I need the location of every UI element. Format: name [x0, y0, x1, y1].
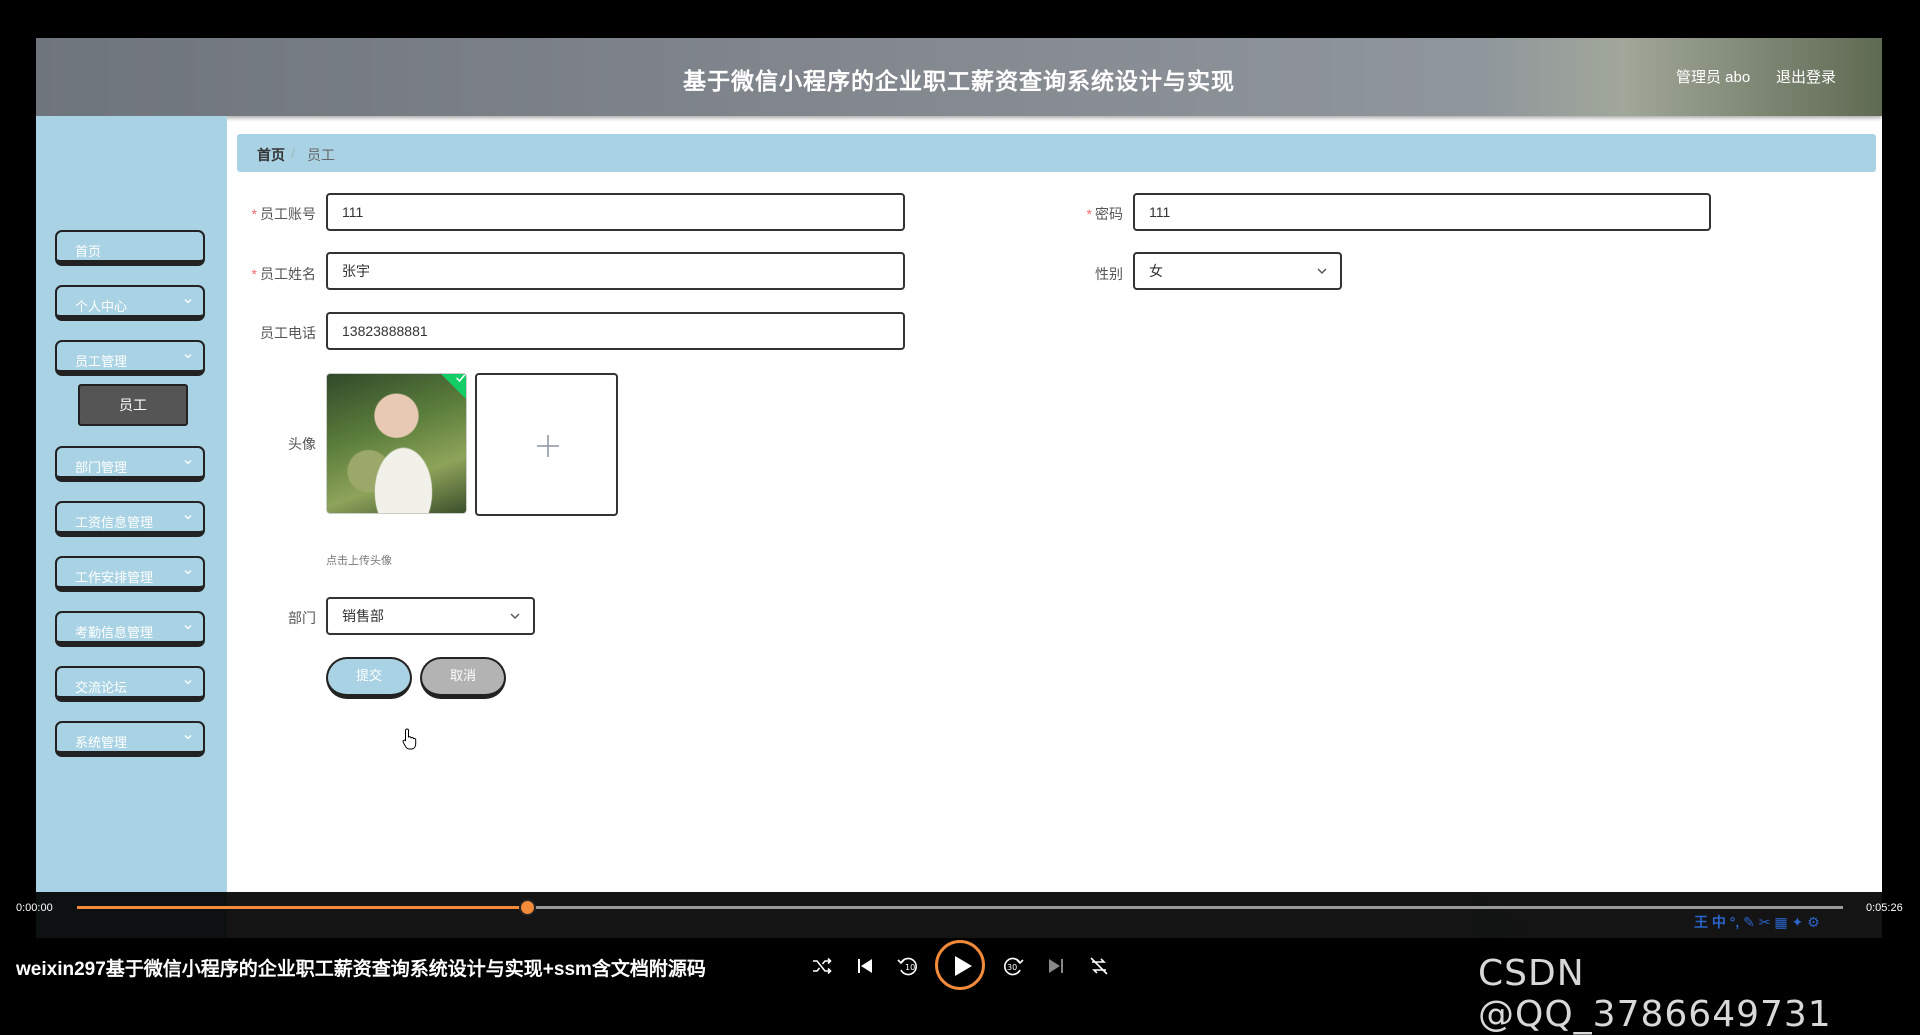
play-button[interactable] [935, 940, 985, 990]
account-input[interactable]: 111 [326, 193, 905, 231]
upload-success-badge [439, 374, 466, 401]
rewind-10-icon[interactable]: 10 [895, 953, 921, 979]
required-mark: * [1086, 206, 1092, 222]
previous-icon[interactable] [852, 953, 878, 979]
gender-select[interactable]: 女 [1133, 252, 1342, 290]
avatar-thumbnail[interactable] [326, 373, 467, 514]
chevron-down-icon [184, 354, 192, 359]
sidebar-item-department-management[interactable]: 部门管理 [55, 446, 205, 482]
sidebar-item-label: 员工管理 [75, 354, 128, 369]
chevron-down-icon [184, 299, 192, 304]
cancel-button[interactable]: 取消 [420, 657, 506, 699]
sidebar: 首页 个人中心 员工管理 员工 部门管理 工资信息管理 工作安排管理 考勤信息管… [36, 116, 227, 938]
svg-text:10: 10 [905, 963, 915, 972]
video-title: weixin297基于微信小程序的企业职工薪资查询系统设计与实现+ssm含文档附… [16, 959, 706, 980]
required-mark: * [251, 206, 257, 222]
sidebar-item-label: 工作安排管理 [75, 570, 154, 585]
phone-label: 员工电话 [260, 325, 316, 341]
sidebar-item-forum[interactable]: 交流论坛 [55, 666, 205, 702]
hand-cursor-icon [402, 728, 417, 750]
required-mark: * [251, 266, 257, 282]
app-window: 基于微信小程序的企业职工薪资查询系统设计与实现 管理员 abo 退出登录 首页 … [36, 38, 1882, 938]
breadcrumb: 首页 / 员工 [237, 134, 1876, 172]
department-label: 部门 [288, 610, 316, 626]
name-input[interactable]: 张宇 [326, 252, 905, 290]
sidebar-item-system-management[interactable]: 系统管理 [55, 721, 205, 757]
shuffle-icon[interactable] [809, 953, 835, 979]
name-label: * 员工姓名 [236, 264, 316, 284]
logout-link[interactable]: 退出登录 [1776, 66, 1836, 87]
video-current-time: 0:00:00 [16, 902, 53, 914]
sidebar-subitem-employee[interactable]: 员工 [78, 384, 188, 426]
chevron-down-icon [510, 613, 520, 619]
breadcrumb-current: 员工 [307, 147, 335, 163]
account-label-text: 员工账号 [260, 206, 316, 222]
sidebar-item-label: 交流论坛 [75, 680, 128, 695]
video-total-time: 0:05:26 [1866, 902, 1903, 914]
chevron-down-icon [184, 460, 192, 465]
chevron-down-icon [1317, 268, 1327, 274]
sidebar-item-label: 考勤信息管理 [75, 625, 154, 640]
ime-toolbar[interactable]: 王 中 °, ✎ ✂ ▦ ✦ ⚙ [1694, 912, 1820, 932]
gender-select-value: 女 [1149, 263, 1163, 279]
department-select[interactable]: 销售部 [326, 597, 535, 635]
submit-button[interactable]: 提交 [326, 657, 412, 699]
video-seek-progress [77, 906, 528, 909]
sidebar-item-label: 工资信息管理 [75, 515, 154, 530]
sidebar-item-label: 首页 [75, 244, 102, 259]
password-label-text: 密码 [1095, 206, 1123, 222]
next-icon[interactable] [1043, 953, 1069, 979]
sidebar-item-personal-center[interactable]: 个人中心 [55, 285, 205, 321]
chevron-down-icon [184, 515, 192, 520]
account-label: * 员工账号 [236, 204, 316, 224]
check-icon [456, 374, 466, 382]
sidebar-item-salary-management[interactable]: 工资信息管理 [55, 501, 205, 537]
avatar-upload-button[interactable] [475, 373, 618, 516]
sidebar-item-employee-management[interactable]: 员工管理 [55, 340, 205, 376]
sidebar-item-home[interactable]: 首页 [55, 230, 205, 266]
chevron-down-icon [184, 680, 192, 685]
system-title: 基于微信小程序的企业职工薪资查询系统设计与实现 [683, 68, 1235, 94]
gender-label: 性别 [1095, 266, 1123, 282]
svg-text:30: 30 [1007, 963, 1017, 972]
chevron-down-icon [184, 625, 192, 630]
sidebar-item-label: 部门管理 [75, 460, 128, 475]
forward-30-icon[interactable]: 30 [1000, 953, 1026, 979]
phone-input[interactable]: 13823888881 [326, 312, 905, 350]
admin-user-label: 管理员 abo [1676, 69, 1751, 86]
plus-icon [537, 435, 559, 457]
avatar-label: 头像 [288, 436, 316, 452]
avatar-upload-hint: 点击上传头像 [326, 555, 392, 567]
breadcrumb-separator: / [291, 145, 295, 161]
password-input[interactable]: 111 [1133, 193, 1711, 231]
sidebar-item-label: 个人中心 [75, 299, 128, 314]
csdn-watermark: CSDN @QQ_3786649731 [1478, 953, 1832, 1035]
name-label-text: 员工姓名 [260, 266, 316, 282]
chevron-down-icon [184, 735, 192, 740]
breadcrumb-home[interactable]: 首页 [257, 145, 285, 165]
chevron-down-icon [184, 570, 192, 575]
sidebar-item-label: 系统管理 [75, 735, 128, 750]
sidebar-item-work-schedule-management[interactable]: 工作安排管理 [55, 556, 205, 592]
sidebar-item-attendance-management[interactable]: 考勤信息管理 [55, 611, 205, 647]
loop-off-icon[interactable] [1086, 953, 1112, 979]
play-icon [955, 956, 972, 976]
password-label: * 密码 [1043, 204, 1123, 224]
top-header: 基于微信小程序的企业职工薪资查询系统设计与实现 管理员 abo 退出登录 [36, 38, 1882, 116]
department-select-value: 销售部 [342, 608, 384, 624]
